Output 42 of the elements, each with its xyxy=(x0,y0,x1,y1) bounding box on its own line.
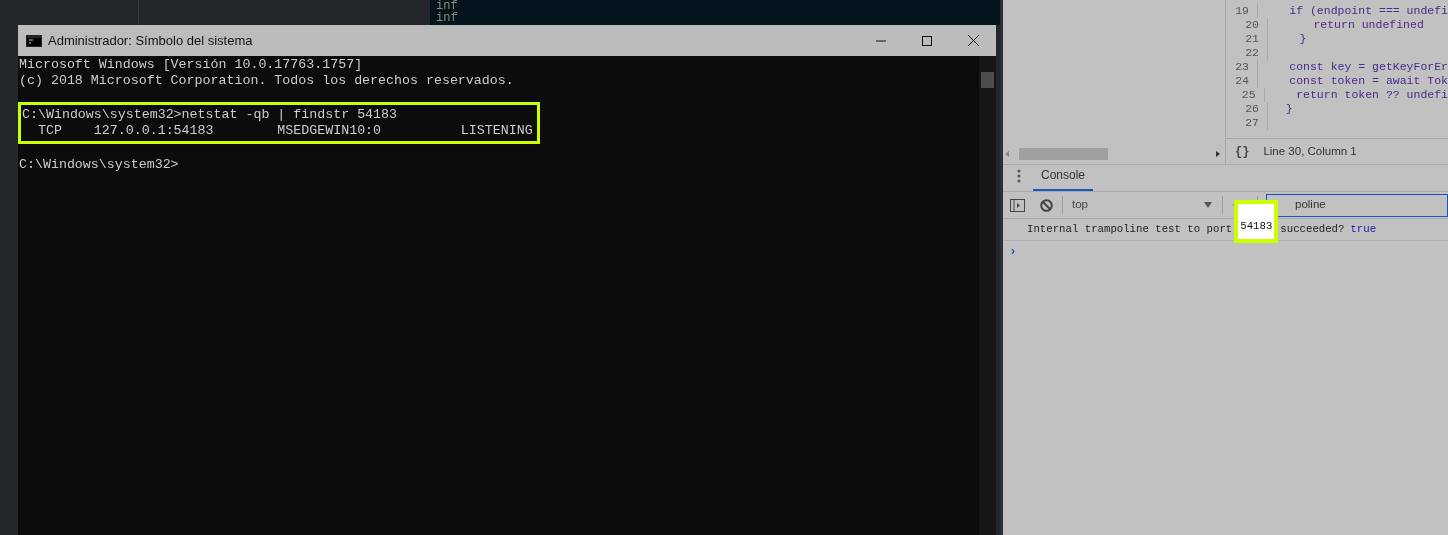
code-text: const key = getKeyForEr xyxy=(1288,60,1448,74)
window-title: Administrador: Símbolo del sistema xyxy=(48,31,253,50)
console-line: C:\Windows\system32> xyxy=(19,157,179,173)
log-message: succeeded? xyxy=(1280,222,1345,238)
line-number: 27 xyxy=(1244,116,1260,130)
line-number: 24 xyxy=(1234,74,1250,88)
line-number: 23 xyxy=(1234,60,1250,74)
code-text: inf xyxy=(436,0,458,12)
prompt-icon[interactable]: › xyxy=(1011,242,1015,260)
line-number: 22 xyxy=(1244,46,1260,60)
terminal-icon xyxy=(26,34,42,47)
more-icon[interactable] xyxy=(1017,169,1021,183)
scrollbar[interactable] xyxy=(979,56,996,535)
format-button[interactable]: {} xyxy=(1235,142,1250,161)
code-text: return undefined xyxy=(1312,18,1424,32)
maximize-icon xyxy=(922,35,932,46)
cursor-position: Line 30, Column 1 xyxy=(1263,143,1357,159)
code-text: if (endpoint === undefi xyxy=(1288,4,1448,18)
code-text: } xyxy=(1284,102,1293,116)
code-text: return token ?? undefi xyxy=(1295,88,1448,102)
line-number: 20 xyxy=(1244,18,1260,32)
close-icon xyxy=(967,35,979,46)
boolean-value: true xyxy=(1350,222,1377,238)
line-number: 19 xyxy=(1234,4,1250,18)
line-number: 25 xyxy=(1240,88,1257,102)
console-line: C:\Windows\system32>netstat -qb | findstr 54183 xyxy=(22,107,398,123)
console-line: TCP 127.0.0.1:54183 MSEDGEWIN10:0 LISTENING xyxy=(36,123,533,139)
highlighted-number: 54183 xyxy=(1234,200,1279,243)
sidebar-toggle-icon[interactable] xyxy=(1010,198,1025,212)
filter-field[interactable]: poline xyxy=(1266,193,1448,217)
console-line: (c) 2018 Microsoft Corporation. Todos los derechos reservados. xyxy=(19,73,514,89)
clear-icon[interactable] xyxy=(1040,198,1053,212)
context-dropdown[interactable]: top xyxy=(1072,196,1212,214)
code-text: const token = await Tok xyxy=(1288,74,1448,88)
code-text: } xyxy=(1298,32,1307,46)
line-number: 26 xyxy=(1244,102,1260,116)
line-number: 21 xyxy=(1244,32,1260,46)
dropdown-caret-icon xyxy=(1204,202,1212,208)
code-text: inf xyxy=(436,12,458,24)
console-tab[interactable]: Console xyxy=(1033,166,1094,191)
log-message: Internal trampoline test to port xyxy=(1027,222,1233,238)
console-line: Microsoft Windows [Versión 10.0.17763.1757] xyxy=(19,57,363,73)
